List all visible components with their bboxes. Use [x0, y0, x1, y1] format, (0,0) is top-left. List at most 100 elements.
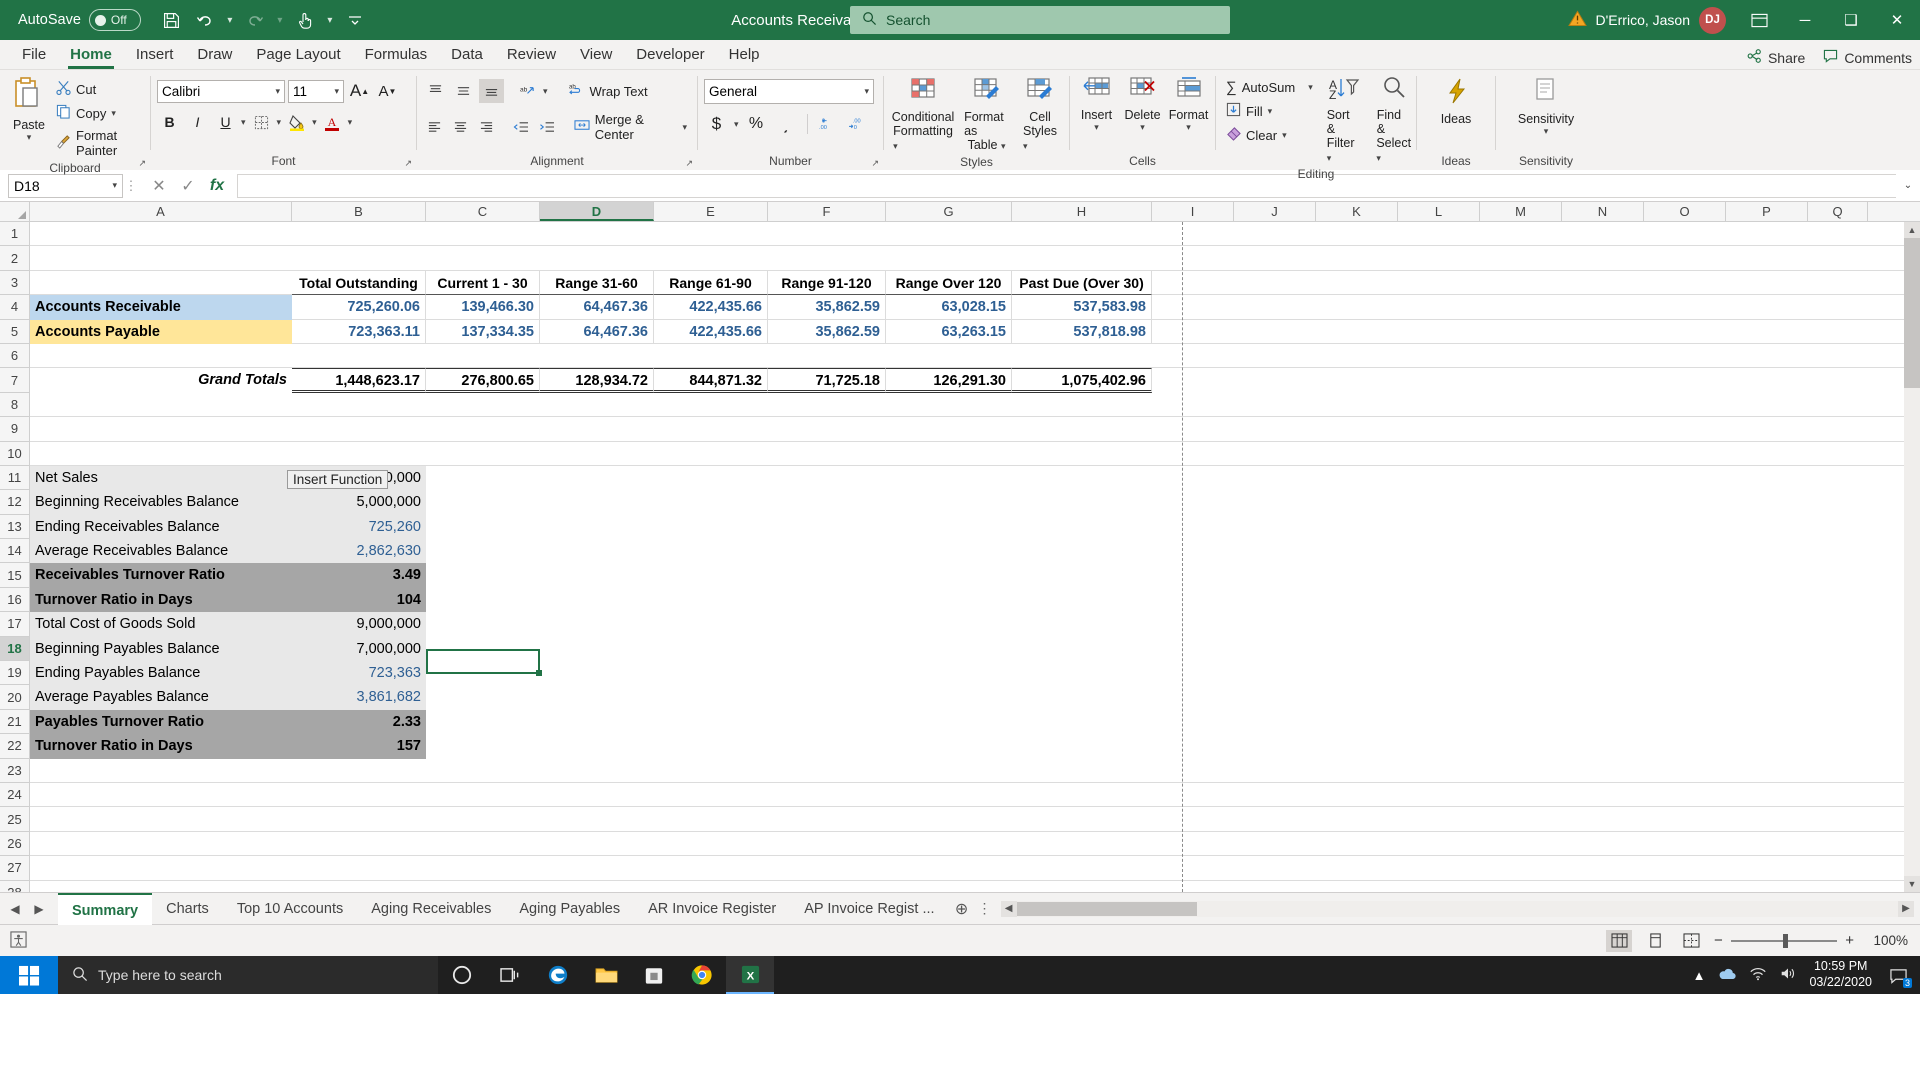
- increase-indent-icon[interactable]: [536, 115, 559, 139]
- sheet-tab-aging-payables[interactable]: Aging Payables: [505, 893, 634, 925]
- tab-home[interactable]: Home: [58, 43, 124, 69]
- enter-formula-button[interactable]: ✓: [174, 176, 202, 196]
- row-header-2[interactable]: 2: [0, 246, 29, 271]
- notifications-button[interactable]: 3: [1884, 960, 1912, 990]
- delete-cells-button[interactable]: Delete ▾: [1120, 74, 1166, 135]
- tab-view[interactable]: View: [568, 43, 624, 69]
- cell-G7[interactable]: 126,291.30: [886, 368, 1012, 393]
- cell-A10[interactable]: [30, 442, 1920, 466]
- insert-function-button[interactable]: fx: [203, 177, 231, 195]
- cell-A7[interactable]: Grand Totals: [30, 368, 292, 392]
- autosum-dropdown-icon[interactable]: ▾: [1308, 82, 1313, 93]
- copy-button[interactable]: Copy ▾: [52, 102, 144, 124]
- row-header-8[interactable]: 8: [0, 392, 29, 418]
- expand-formula-bar-icon[interactable]: ⌄: [1896, 180, 1920, 191]
- find-select-button[interactable]: Find & Select ▾: [1371, 74, 1417, 166]
- hscroll-left-button[interactable]: ◀: [1000, 900, 1017, 917]
- cell-H7[interactable]: 1,075,402.96: [1012, 368, 1152, 393]
- cell-E5[interactable]: 422,435.66: [654, 319, 768, 344]
- cell-B13[interactable]: 725,260: [292, 514, 426, 540]
- column-header-G[interactable]: G: [886, 202, 1012, 221]
- column-header-A[interactable]: A: [30, 202, 292, 221]
- accessibility-icon[interactable]: [10, 930, 27, 951]
- cell-B19[interactable]: 723,363: [292, 661, 426, 686]
- sheet-tab-charts[interactable]: Charts: [152, 893, 223, 925]
- column-header-J[interactable]: J: [1234, 202, 1316, 221]
- column-header-I[interactable]: I: [1152, 202, 1234, 221]
- comments-button[interactable]: Comments: [1823, 49, 1912, 66]
- select-all-button[interactable]: [0, 202, 30, 221]
- row-header-24[interactable]: 24: [0, 782, 29, 808]
- orientation-dropdown-icon[interactable]: ▾: [543, 86, 548, 97]
- row-header-7[interactable]: 7: [0, 368, 29, 393]
- row-header-5[interactable]: 5: [0, 319, 29, 344]
- formula-input[interactable]: [237, 173, 1896, 198]
- borders-icon[interactable]: [249, 110, 274, 134]
- onedrive-icon[interactable]: [1717, 967, 1737, 984]
- cell-A5[interactable]: Accounts Payable: [30, 319, 292, 344]
- font-dialog-launcher[interactable]: ↗: [404, 158, 412, 169]
- copy-dropdown-icon[interactable]: ▾: [111, 108, 116, 119]
- fill-color-dropdown-icon[interactable]: ▾: [312, 117, 317, 128]
- row-header-28[interactable]: 28: [0, 880, 29, 892]
- column-header-L[interactable]: L: [1398, 202, 1480, 221]
- row-header-13[interactable]: 13: [0, 514, 29, 540]
- cell-A3[interactable]: [30, 271, 292, 295]
- task-view-icon[interactable]: [486, 956, 534, 994]
- align-right-icon[interactable]: [475, 115, 498, 139]
- name-box[interactable]: D18 ▾: [8, 173, 123, 198]
- normal-view-icon[interactable]: [1606, 929, 1632, 952]
- font-color-dropdown-icon[interactable]: ▾: [348, 117, 353, 128]
- cell-B4[interactable]: 725,260.06: [292, 295, 426, 320]
- taskbar-search-input[interactable]: Type here to search: [98, 967, 222, 983]
- row-header-12[interactable]: 12: [0, 490, 29, 515]
- cell-D4[interactable]: 64,467.36: [540, 295, 654, 320]
- undo-icon[interactable]: [190, 6, 220, 34]
- align-top-icon[interactable]: [423, 79, 448, 103]
- cell-F4[interactable]: 35,862.59: [768, 295, 886, 320]
- cell-A2[interactable]: [30, 246, 1920, 270]
- cell-C5[interactable]: 137,334.35: [426, 319, 540, 344]
- row-header-15[interactable]: 15: [0, 563, 29, 588]
- row-header-21[interactable]: 21: [0, 709, 29, 735]
- decrease-indent-icon[interactable]: [509, 115, 532, 139]
- cell-A9[interactable]: [30, 417, 1920, 441]
- row-header-19[interactable]: 19: [0, 661, 29, 686]
- cell-B16[interactable]: 104: [292, 587, 426, 613]
- zoom-out-button[interactable]: −: [1714, 932, 1723, 949]
- zoom-in-button[interactable]: +: [1845, 932, 1854, 949]
- tab-file[interactable]: File: [10, 43, 58, 69]
- cell-A12[interactable]: Beginning Receivables Balance: [30, 490, 292, 515]
- maximize-button[interactable]: ❑: [1828, 0, 1874, 40]
- merge-center-dropdown-icon[interactable]: ▾: [683, 122, 688, 133]
- cell-B3[interactable]: Total Outstanding: [292, 270, 426, 296]
- sheet-tab-aging-receivables[interactable]: Aging Receivables: [357, 893, 505, 925]
- cell-H4[interactable]: 537,583.98: [1012, 295, 1152, 320]
- sheet-nav-prev[interactable]: ◀: [4, 902, 26, 916]
- clear-button[interactable]: Clear ▾: [1222, 124, 1317, 146]
- tab-page-layout[interactable]: Page Layout: [244, 43, 352, 69]
- sort-filter-button[interactable]: AZ Sort & Filter ▾: [1321, 74, 1367, 166]
- row-header-18[interactable]: 18: [0, 636, 29, 662]
- tab-review[interactable]: Review: [495, 43, 568, 69]
- paste-dropdown-icon[interactable]: ▾: [27, 132, 32, 143]
- cell-B14[interactable]: 2,862,630: [292, 539, 426, 564]
- cell-A4[interactable]: Accounts Receivable: [30, 295, 292, 320]
- format-dropdown-icon[interactable]: ▾: [1186, 122, 1191, 133]
- insert-dropdown-icon[interactable]: ▾: [1094, 122, 1099, 133]
- cell-B15[interactable]: 3.49: [292, 563, 426, 588]
- scroll-down-button[interactable]: ▼: [1904, 876, 1920, 892]
- cell-A23[interactable]: [30, 759, 1920, 783]
- autosave-toggle[interactable]: Off: [88, 9, 141, 31]
- sensitivity-button[interactable]: Sensitivity ▾: [1512, 74, 1580, 139]
- cell-A19[interactable]: Ending Payables Balance: [30, 661, 292, 686]
- horizontal-scrollbar[interactable]: ◀ ▶: [1000, 900, 1914, 917]
- cell-B5[interactable]: 723,363.11: [292, 319, 426, 344]
- align-bottom-icon[interactable]: [479, 79, 504, 103]
- format-painter-button[interactable]: Format Painter: [52, 126, 144, 160]
- add-sheet-button[interactable]: ⊕: [949, 899, 975, 919]
- network-icon[interactable]: [1749, 967, 1767, 984]
- redo-dropdown-icon[interactable]: ▾: [273, 15, 287, 26]
- cell-A14[interactable]: Average Receivables Balance: [30, 539, 292, 564]
- cell-A15[interactable]: Receivables Turnover Ratio: [30, 563, 292, 588]
